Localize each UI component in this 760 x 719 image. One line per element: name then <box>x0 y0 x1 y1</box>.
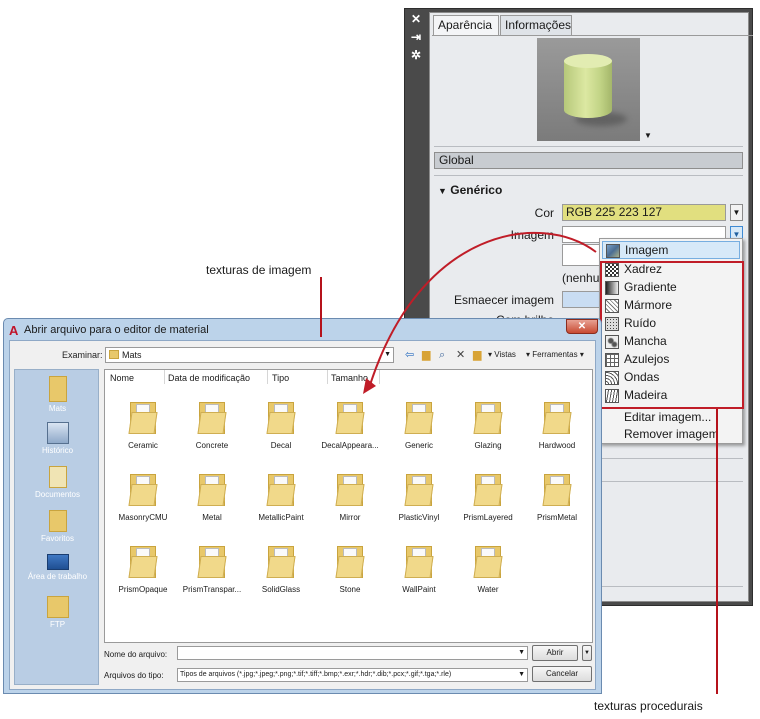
callout-arrow <box>369 232 597 386</box>
callout-arrowhead <box>363 378 376 394</box>
arrow-overlay <box>363 232 597 394</box>
